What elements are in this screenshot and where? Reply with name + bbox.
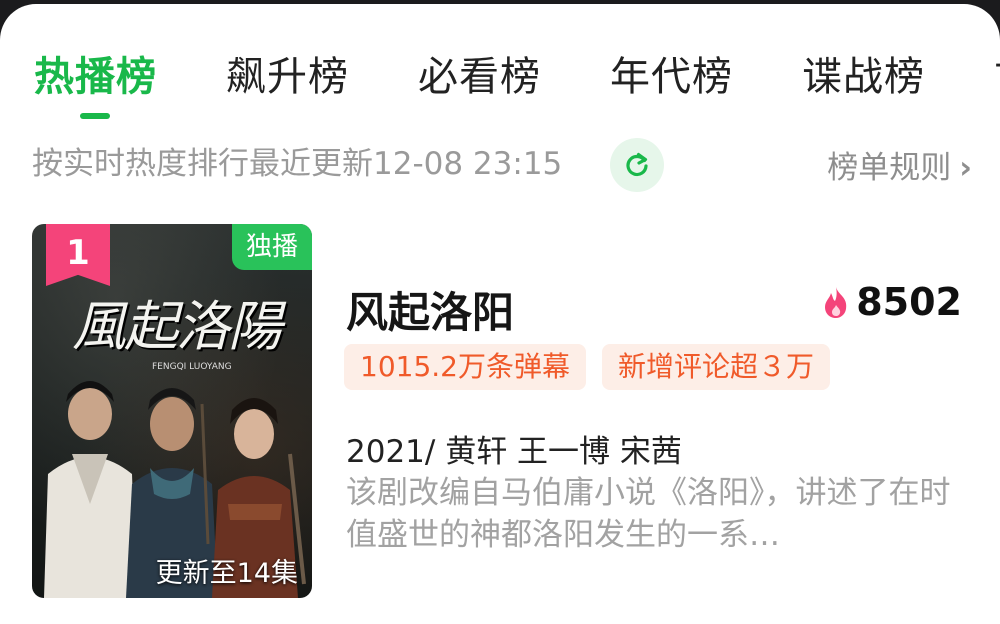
show-meta: 2021/ 黄轩 王一博 宋茜 — [346, 434, 682, 470]
tab-era[interactable]: 年代榜 — [610, 44, 733, 102]
episode-update-label: 更新至14集 — [155, 558, 298, 589]
refresh-icon — [626, 152, 648, 177]
flame-icon — [825, 287, 847, 318]
highlight-tags: 1015.2万条弹幕 新增评论超３万 — [344, 344, 830, 390]
heat-value: 8502 — [856, 280, 962, 324]
ranking-panel: 热播榜 飙升榜 必看榜 年代榜 谍战榜 古 按实时热度排行最近更新12-08 2… — [0, 4, 1000, 624]
exclusive-badge: 独播 — [231, 224, 312, 270]
show-title[interactable]: 风起洛阳 — [346, 279, 514, 340]
tab-spy[interactable]: 谍战榜 — [802, 44, 925, 102]
tab-must-watch[interactable]: 必看榜 — [418, 44, 541, 102]
danmaku-count-tag: 1015.2万条弹幕 — [344, 344, 586, 390]
comment-count-tag: 新增评论超３万 — [601, 344, 830, 390]
tab-ancient[interactable]: 古 — [994, 44, 1000, 102]
tab-rising[interactable]: 飙升榜 — [226, 44, 349, 102]
active-tab-indicator — [80, 113, 110, 119]
update-time-text: 按实时热度排行最近更新12-08 23:15 — [32, 146, 563, 182]
chevron-right-icon: › — [959, 150, 972, 186]
poster-image[interactable]: 風起洛陽 FENGQI LUOYANG 1 独播 更新至14集 — [32, 224, 312, 598]
show-description: 该剧改编自马伯庸小说《洛阳》，讲述了在时值盛世的神都洛阳发生的一系… — [346, 475, 951, 553]
poster-subtitle: FENGQI LUOYANG — [152, 362, 232, 372]
refresh-button[interactable] — [610, 138, 664, 192]
tab-hot[interactable]: 热播榜 — [34, 44, 157, 102]
ranking-tabs: 热播榜 飙升榜 必看榜 年代榜 谍战榜 古 — [0, 44, 1000, 114]
ranking-rules-link[interactable]: 榜单规则 › — [827, 142, 972, 187]
ranking-rules-label: 榜单规则 — [827, 150, 952, 186]
ranking-info-bar: 按实时热度排行最近更新12-08 23:15 榜单规则 › — [32, 138, 972, 194]
heat-score: 8502 — [822, 280, 962, 324]
poster-logo-text: 風起洛陽 — [72, 295, 282, 358]
ranking-list-item[interactable]: 風起洛陽 FENGQI LUOYANG 1 独播 更新至14集 风起洛阳 850… — [32, 224, 962, 604]
